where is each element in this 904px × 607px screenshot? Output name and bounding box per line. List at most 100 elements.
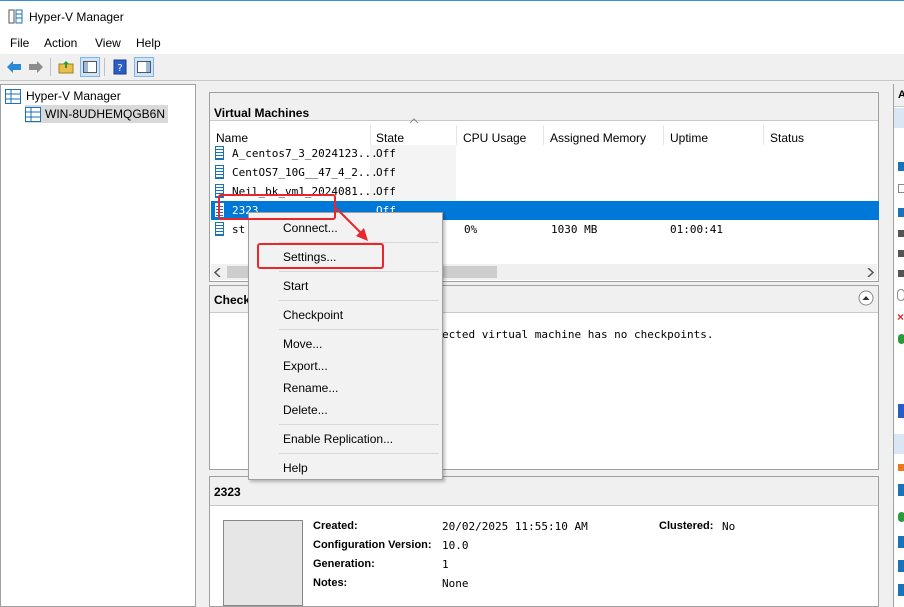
remove-server-icon[interactable]: × — [897, 311, 904, 323]
window-title: Hyper-V Manager — [29, 10, 124, 24]
console-tree: Hyper-V Manager WIN-8UDHEMQGB6N — [0, 84, 196, 607]
server-name: WIN-8UDHEMQGB6N — [45, 107, 166, 121]
collapse-icon[interactable] — [858, 290, 874, 306]
menu-view[interactable]: View — [95, 36, 121, 50]
start-icon[interactable] — [898, 512, 904, 522]
context-menu-settings[interactable]: Settings... — [283, 250, 336, 264]
column-header-uptime[interactable]: Uptime — [670, 131, 708, 145]
action-pane-icon — [137, 61, 151, 73]
scroll-left-icon[interactable] — [214, 268, 221, 277]
virtual-machine-icon — [215, 165, 224, 179]
inspect-disk-icon[interactable] — [898, 270, 904, 277]
notes-value: None — [442, 577, 469, 590]
refresh-icon[interactable] — [898, 334, 904, 344]
tree-item-server[interactable]: WIN-8UDHEMQGB6N — [25, 105, 169, 123]
help-icon[interactable] — [898, 404, 904, 418]
created-value: 20/02/2025 11:55:10 AM — [442, 520, 588, 533]
export-icon[interactable] — [898, 584, 904, 596]
up-folder-button[interactable] — [56, 57, 76, 77]
new-icon[interactable] — [898, 162, 904, 171]
move-icon[interactable] — [898, 560, 904, 572]
notes-label: Notes: — [313, 577, 348, 589]
server-icon — [25, 106, 41, 122]
column-header-name[interactable]: Name — [216, 131, 248, 145]
context-menu-checkpoint[interactable]: Checkpoint — [283, 308, 343, 322]
context-menu-enable-replication[interactable]: Enable Replication... — [283, 432, 393, 446]
scroll-right-icon[interactable] — [867, 268, 874, 277]
column-header-cpu-usage[interactable]: CPU Usage — [463, 131, 526, 145]
actions-header: A — [894, 84, 904, 107]
disk-icon[interactable] — [898, 250, 904, 257]
actions-subheader — [894, 108, 904, 128]
show-hide-console-tree-button[interactable] — [80, 57, 100, 77]
checkpoints-title: Check — [214, 293, 251, 307]
column-header-status[interactable]: Status — [770, 131, 804, 145]
table-row[interactable]: Neil_bk_vm1_2024081... Off — [211, 182, 879, 201]
details-panel: 2323 Created: 20/02/2025 11:55:10 AM Con… — [209, 476, 879, 607]
column-header-state[interactable]: State — [376, 131, 404, 145]
context-menu-connect[interactable]: Connect... — [283, 221, 338, 235]
table-row[interactable]: CentOS7_10G__47_4_2... Off — [211, 163, 879, 182]
tree-item-hyperv-manager[interactable]: Hyper-V Manager — [5, 87, 121, 105]
column-divider — [456, 125, 457, 145]
import-icon[interactable] — [898, 184, 904, 193]
forward-button[interactable] — [26, 57, 46, 77]
menu-separator — [279, 271, 439, 272]
clustered-value: No — [722, 520, 736, 533]
forward-arrow-icon — [29, 61, 43, 73]
svg-text:?: ? — [117, 63, 122, 74]
context-menu-rename[interactable]: Rename... — [283, 381, 338, 395]
actions-header-label: A — [898, 89, 904, 101]
context-menu-delete[interactable]: Delete... — [283, 403, 328, 417]
virtual-machine-icon — [215, 222, 224, 236]
toolbar: ? — [0, 54, 904, 81]
help-button[interactable]: ? — [110, 57, 130, 77]
vm-state: Off — [376, 166, 396, 179]
menu-file[interactable]: File — [10, 36, 29, 50]
manager-icon[interactable] — [898, 230, 904, 237]
vm-name: A_centos7_3_2024123... — [232, 147, 378, 160]
vm-name: st — [232, 223, 246, 236]
menu-separator — [279, 300, 439, 301]
context-menu-start[interactable]: Start — [283, 279, 308, 293]
sort-ascending-icon — [409, 118, 419, 124]
configuration-version-label: Configuration Version: — [313, 539, 432, 551]
virtual-machine-icon — [215, 203, 224, 217]
vm-assigned-memory: 1030 MB — [551, 223, 598, 236]
details-header: 2323 — [210, 477, 878, 506]
hyperv-manager-icon — [5, 88, 21, 104]
column-header-assigned-memory[interactable]: Assigned Memory — [550, 131, 646, 145]
checkpoint-icon[interactable] — [898, 536, 904, 548]
back-arrow-icon — [7, 61, 21, 73]
vm-settings-icon[interactable] — [898, 484, 904, 496]
context-menu: Connect... Settings... Start Checkpoint … — [248, 212, 443, 480]
menu-action[interactable]: Action — [44, 36, 77, 50]
settings-icon[interactable] — [898, 208, 904, 217]
column-divider — [543, 125, 544, 145]
connect-icon[interactable] — [898, 464, 904, 471]
menu-help[interactable]: Help — [136, 36, 161, 50]
back-button[interactable] — [4, 57, 24, 77]
console-tree-icon — [83, 61, 97, 73]
clustered-label: Clustered: — [659, 520, 714, 532]
show-hide-action-pane-button[interactable] — [134, 57, 154, 77]
menu-separator — [279, 242, 439, 243]
toolbar-separator — [104, 58, 105, 76]
context-menu-export[interactable]: Export... — [283, 359, 328, 373]
table-row[interactable]: A_centos7_3_2024123... Off — [211, 144, 879, 163]
hyperv-app-icon — [8, 9, 23, 24]
stop-service-icon[interactable] — [897, 289, 904, 301]
details-title: 2323 — [214, 485, 241, 499]
vm-state: Off — [376, 147, 396, 160]
virtual-machine-icon — [215, 184, 224, 198]
column-divider — [763, 125, 764, 145]
generation-value: 1 — [442, 558, 449, 571]
vm-name: Neil_bk_vm1_2024081... — [232, 185, 378, 198]
created-label: Created: — [313, 520, 358, 532]
context-menu-help[interactable]: Help — [283, 461, 308, 475]
generation-label: Generation: — [313, 558, 375, 570]
vm-state: Off — [376, 185, 396, 198]
context-menu-move[interactable]: Move... — [283, 337, 322, 351]
vm-thumbnail — [223, 520, 303, 606]
column-divider — [370, 125, 371, 145]
